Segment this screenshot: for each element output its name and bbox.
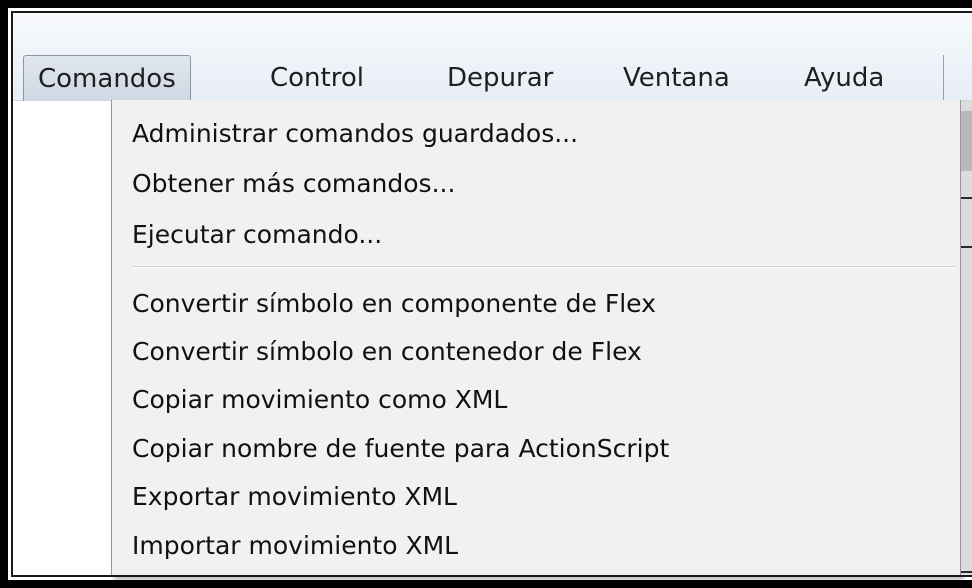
menuitem-convertir-contenedor-flex[interactable]: Convertir símbolo en contenedor de Flex xyxy=(132,328,642,376)
menuitem-copiar-nombre-fuente[interactable]: Copiar nombre de fuente para ActionScrip… xyxy=(132,425,669,473)
menu-ventana[interactable]: Ventana xyxy=(609,55,744,101)
menu-separator xyxy=(132,266,956,268)
scrollbar-marker xyxy=(961,246,972,248)
menubar-separator xyxy=(943,55,944,101)
menuitem-ejecutar-comando[interactable]: Ejecutar comando... xyxy=(132,211,382,259)
menu-ayuda[interactable]: Ayuda xyxy=(790,55,898,101)
workspace-left xyxy=(13,101,113,577)
comandos-dropdown-menu: Administrar comandos guardados... Obtene… xyxy=(111,100,961,577)
menu-depurar[interactable]: Depurar xyxy=(433,55,567,101)
menuitem-copiar-movimiento-xml[interactable]: Copiar movimiento como XML xyxy=(132,376,507,424)
menuitem-importar-movimiento-xml[interactable]: Importar movimiento XML xyxy=(132,522,458,570)
background-scrollbar[interactable] xyxy=(961,101,972,577)
menuitem-exportar-movimiento-xml[interactable]: Exportar movimiento XML xyxy=(132,473,457,521)
menu-bar: Comandos Control Depurar Ventana Ayuda xyxy=(13,13,972,101)
scrollbar-marker xyxy=(961,197,972,199)
scrollbar-thumb[interactable] xyxy=(961,111,972,171)
menuitem-administrar-comandos[interactable]: Administrar comandos guardados... xyxy=(132,110,578,158)
menuitem-obtener-mas-comandos[interactable]: Obtener más comandos... xyxy=(132,160,455,208)
screenshot-frame: Comandos Control Depurar Ventana Ayuda A… xyxy=(0,0,972,588)
menu-control[interactable]: Control xyxy=(256,55,378,101)
menuitem-convertir-componente-flex[interactable]: Convertir símbolo en componente de Flex xyxy=(132,280,656,328)
scrollbar-marker xyxy=(961,571,972,573)
menu-comandos[interactable]: Comandos xyxy=(23,55,191,101)
